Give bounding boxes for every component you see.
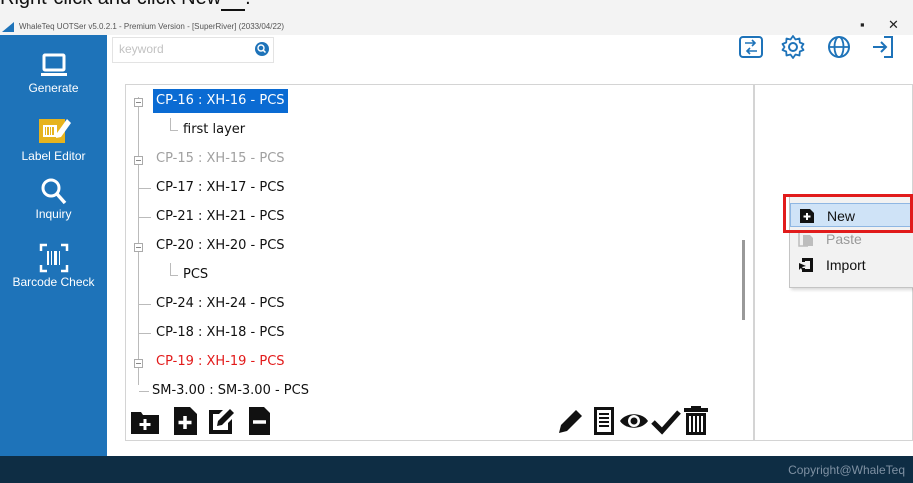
label-edit-icon	[38, 119, 71, 143]
import-icon[interactable]	[738, 34, 764, 60]
tree-node-label: PCS	[183, 267, 209, 282]
document-list-icon[interactable]	[589, 406, 619, 436]
sidebar-item-barcode-check[interactable]: Barcode Check	[0, 243, 107, 289]
tree-panel: CP-16 : XH-16 - PCS first layer CP-15 : …	[125, 84, 754, 441]
tree-node[interactable]: PCS	[126, 263, 426, 287]
tree-node-label: CP-19 : XH-19 - PCS	[156, 354, 285, 369]
expand-icon[interactable]	[134, 98, 143, 107]
edit-file-icon[interactable]	[206, 406, 236, 436]
gear-icon[interactable]	[780, 34, 806, 60]
pencil-icon[interactable]	[556, 406, 586, 436]
tree-node[interactable]: SM-3.00 : SM-3.00 - PCS	[126, 379, 426, 403]
globe-icon[interactable]	[826, 34, 852, 60]
tree-branch-line	[139, 188, 151, 189]
tree-node[interactable]: CP-21 : XH-21 - PCS	[126, 205, 426, 229]
app-logo-icon	[2, 22, 14, 32]
tree-node-label: CP-20 : XH-20 - PCS	[156, 238, 285, 253]
expand-icon[interactable]	[134, 243, 143, 252]
monitor-icon	[40, 53, 67, 76]
tree-node-label: first layer	[183, 122, 246, 137]
sidebar-item-label: Barcode Check	[12, 275, 95, 289]
tree-toolbar	[126, 403, 753, 439]
tree-branch-line	[170, 275, 178, 276]
magnifier-icon	[41, 178, 66, 205]
caption-trailing: .	[245, 0, 251, 9]
remove-file-icon[interactable]	[244, 406, 274, 436]
minimize-button[interactable]: ▪	[860, 17, 865, 32]
highlight-annotation	[783, 194, 913, 233]
search-button[interactable]	[255, 42, 269, 56]
tree-node-label: CP-17 : XH-17 - PCS	[156, 180, 285, 195]
tree-branch-line	[170, 130, 178, 131]
caption-underline	[221, 0, 246, 11]
sidebar-item-inquiry[interactable]: Inquiry	[0, 177, 107, 221]
import-icon	[799, 258, 813, 272]
caption-text: Right-click and click New	[0, 0, 221, 9]
tree-branch-line	[170, 263, 171, 275]
logout-icon[interactable]	[870, 34, 896, 60]
paste-icon	[798, 232, 813, 247]
tree-node[interactable]: CP-20 : XH-20 - PCS	[126, 234, 426, 258]
tree-branch-line	[170, 118, 171, 130]
tree-node[interactable]: CP-18 : XH-18 - PCS	[126, 321, 426, 345]
footer: Copyright@WhaleTeq	[0, 456, 913, 483]
tree-node-label: CP-16 : XH-16 - PCS	[153, 89, 288, 113]
search-bar	[112, 37, 274, 63]
tree-node[interactable]: CP-16 : XH-16 - PCS	[126, 89, 426, 113]
tree-scrollbar[interactable]	[742, 240, 745, 320]
tree-node[interactable]: CP-19 : XH-19 - PCS	[126, 350, 426, 374]
tree-node-label: CP-21 : XH-21 - PCS	[156, 209, 285, 224]
tree-node[interactable]: CP-24 : XH-24 - PCS	[126, 292, 426, 316]
tree-branch-line	[139, 391, 149, 392]
tree-node[interactable]: first layer	[126, 118, 426, 142]
check-icon[interactable]	[651, 406, 681, 436]
tree-node-label: CP-18 : XH-18 - PCS	[156, 325, 285, 340]
barcode-scan-icon	[39, 243, 68, 273]
close-button[interactable]: ✕	[888, 17, 899, 33]
tree-node[interactable]: CP-15 : XH-15 - PCS	[126, 147, 426, 171]
tree-branch-line	[139, 304, 151, 305]
search-icon	[257, 44, 267, 54]
search-input[interactable]	[113, 38, 247, 60]
sidebar: Generate Label Editor Inquiry Barcode Ch…	[0, 35, 107, 456]
expand-icon[interactable]	[134, 156, 143, 165]
add-file-icon[interactable]	[170, 406, 200, 436]
sidebar-item-label-editor[interactable]: Label Editor	[0, 113, 107, 163]
expand-icon[interactable]	[134, 359, 143, 368]
add-folder-icon[interactable]	[130, 406, 160, 436]
sidebar-item-label: Generate	[28, 81, 79, 95]
window-title: WhaleTeq UOTSer v5.0.2.1 - Premium Versi…	[19, 22, 284, 31]
tree-node-label: CP-15 : XH-15 - PCS	[156, 151, 285, 166]
sidebar-item-label: Inquiry	[35, 207, 72, 221]
menu-item-label: Import	[826, 257, 866, 273]
eye-icon[interactable]	[619, 406, 649, 436]
tree-node[interactable]: CP-17 : XH-17 - PCS	[126, 176, 426, 200]
sidebar-item-label: Label Editor	[21, 149, 86, 163]
copyright-text: Copyright@WhaleTeq	[788, 463, 905, 477]
trash-icon[interactable]	[681, 406, 711, 436]
document-caption: Right-click and click New.	[0, 0, 251, 11]
menu-item-import[interactable]: Import	[790, 253, 913, 277]
sidebar-item-generate[interactable]: Generate	[0, 53, 107, 95]
tree-node-label: CP-24 : XH-24 - PCS	[156, 296, 285, 311]
tree-branch-line	[139, 333, 151, 334]
tree-node-label: SM-3.00 : SM-3.00 - PCS	[152, 383, 309, 398]
tree-branch-line	[139, 217, 151, 218]
